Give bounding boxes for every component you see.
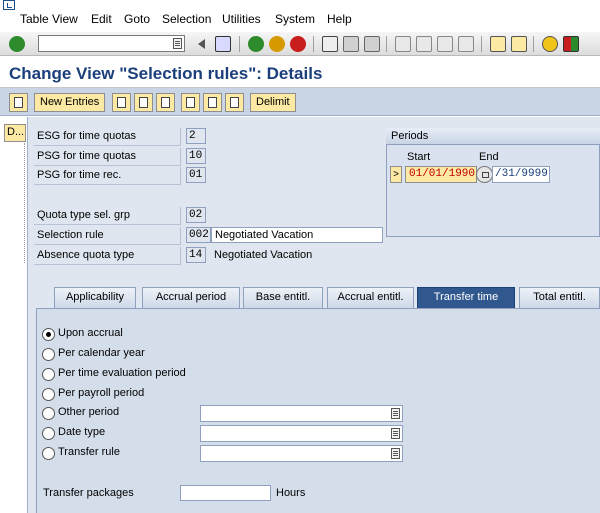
radio-other-period[interactable] [42, 407, 55, 420]
radio-label: Other period [58, 406, 120, 418]
command-history-icon[interactable] [173, 38, 182, 49]
radio-label: Transfer rule [58, 446, 120, 458]
value-help-icon[interactable] [391, 448, 400, 459]
transfer-rule-field[interactable] [200, 445, 403, 462]
absence-quota-label: Absence quota type [34, 247, 181, 265]
radio-label: Per time evaluation period [58, 367, 186, 379]
command-input[interactable] [39, 36, 167, 51]
hours-unit-label: Hours [276, 487, 306, 499]
radio-upon-accrual[interactable] [42, 328, 55, 341]
back-arrow-icon[interactable] [196, 39, 205, 49]
calendar-icon[interactable] [476, 166, 493, 183]
delimit-button[interactable]: Delimit [250, 93, 296, 112]
selection-rule-text[interactable]: Negotiated Vacation [211, 227, 383, 243]
shortcut-icon[interactable] [511, 36, 527, 52]
command-field[interactable] [38, 35, 185, 52]
tab-total-entitlement[interactable]: Total entitl. [519, 287, 600, 308]
tab-accrual-period[interactable]: Accrual period [142, 287, 240, 308]
cancel-icon[interactable] [290, 36, 306, 52]
undo-change-icon[interactable] [156, 93, 175, 112]
date-type-field[interactable] [200, 425, 403, 442]
prev-page-icon[interactable] [416, 36, 432, 52]
menu-help[interactable]: Help [327, 12, 352, 26]
variant-icon[interactable] [225, 93, 244, 112]
menu-utilities[interactable]: Utilities [222, 12, 261, 26]
selection-rule-label: Selection rule [34, 227, 181, 245]
selection-rule-value: 002 [186, 227, 211, 243]
customize-layout-icon[interactable] [563, 36, 579, 52]
find-icon[interactable] [343, 36, 359, 52]
next-entry-icon[interactable] [203, 93, 222, 112]
check-icon[interactable] [9, 36, 25, 52]
tab-transfer-time[interactable]: Transfer time [417, 287, 515, 308]
tree-node-dialog[interactable]: D... [4, 124, 26, 142]
exit-icon[interactable] [269, 36, 285, 52]
quota-type-label: Quota type sel. grp [34, 207, 181, 225]
tab-base-entitlement[interactable]: Base entitl. [243, 287, 323, 308]
menu-selection[interactable]: Selection [162, 12, 211, 26]
save-icon[interactable] [215, 36, 231, 52]
radio-label: Per payroll period [58, 387, 145, 399]
radio-label: Upon accrual [58, 327, 123, 339]
transfer-packages-input[interactable] [180, 485, 271, 501]
copy-as-icon[interactable] [112, 93, 131, 112]
delete-icon[interactable] [134, 93, 153, 112]
next-page-icon[interactable] [437, 36, 453, 52]
radio-transfer-rule[interactable] [42, 447, 55, 460]
psg-quota-value: 10 [186, 148, 206, 164]
print-icon[interactable] [322, 36, 338, 52]
start-date-field[interactable]: 01/01/1990 [405, 166, 477, 183]
radio-per-time-evaluation-period[interactable] [42, 368, 55, 381]
find-next-icon[interactable] [364, 36, 380, 52]
tree-connector [24, 143, 26, 263]
quota-type-value: 02 [186, 207, 206, 223]
end-date-field[interactable]: /31/9999 [492, 166, 550, 183]
help-icon[interactable] [542, 36, 558, 52]
window-menu-icon[interactable] [3, 0, 15, 10]
periods-title: Periods [386, 128, 600, 145]
value-help-icon[interactable] [391, 408, 400, 419]
start-label: Start [407, 151, 431, 163]
radio-per-payroll-period[interactable] [42, 388, 55, 401]
menu-table-view[interactable]: Table View [20, 12, 78, 26]
value-help-icon[interactable] [391, 428, 400, 439]
esg-label: ESG for time quotas [34, 128, 181, 146]
page-title: Change View "Selection rules": Details [9, 64, 323, 83]
radio-per-calendar-year[interactable] [42, 348, 55, 361]
new-entries-button[interactable]: New Entries [34, 93, 106, 112]
radio-label: Date type [58, 426, 106, 438]
absence-quota-text: Negotiated Vacation [214, 249, 313, 261]
end-label: End [479, 151, 499, 163]
last-page-icon[interactable] [458, 36, 474, 52]
display-change-icon[interactable] [9, 93, 28, 112]
psg-rec-label: PSG for time rec. [34, 167, 181, 185]
tab-accrual-entitlement[interactable]: Accrual entitl. [327, 287, 414, 308]
radio-label: Per calendar year [58, 347, 145, 359]
menu-edit[interactable]: Edit [91, 12, 112, 26]
previous-entry-icon[interactable] [181, 93, 200, 112]
transfer-packages-label: Transfer packages [43, 487, 134, 499]
esg-value: 2 [186, 128, 206, 144]
row-selection-marker[interactable]: > [390, 166, 402, 183]
tab-applicability[interactable]: Applicability [54, 287, 136, 308]
psg-quota-label: PSG for time quotas [34, 148, 181, 166]
radio-date-type[interactable] [42, 427, 55, 440]
other-period-field[interactable] [200, 405, 403, 422]
absence-quota-value: 14 [186, 247, 206, 263]
menu-goto[interactable]: Goto [124, 12, 150, 26]
new-session-icon[interactable] [490, 36, 506, 52]
first-page-icon[interactable] [395, 36, 411, 52]
menu-system[interactable]: System [275, 12, 315, 26]
psg-rec-value: 01 [186, 167, 206, 183]
green-back-icon[interactable] [248, 36, 264, 52]
